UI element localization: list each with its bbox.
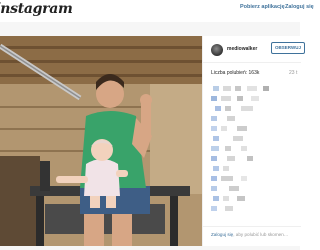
post-photo[interactable] bbox=[0, 36, 202, 246]
comment-line bbox=[211, 164, 297, 174]
comment-line bbox=[211, 134, 297, 144]
login-prompt-link[interactable]: Zaloguj się bbox=[211, 232, 233, 237]
post-side-panel: mediowalker OBSERWUJ Liczba polubień: 16… bbox=[202, 36, 305, 246]
comment-line bbox=[211, 154, 297, 164]
comments-area-pixelated bbox=[211, 84, 297, 234]
login-prompt-text: , aby polubić lub skomen… bbox=[233, 232, 289, 237]
photo-image bbox=[0, 36, 202, 246]
comment-line bbox=[211, 124, 297, 134]
comment-line bbox=[211, 84, 297, 94]
comment-line bbox=[211, 114, 297, 124]
top-bar: Instagram Pobierz aplikację Zaloguj się bbox=[0, 0, 314, 23]
post-username[interactable]: mediowalker bbox=[227, 46, 257, 52]
avatar[interactable] bbox=[211, 44, 223, 56]
comment-line bbox=[211, 204, 297, 214]
divider bbox=[203, 62, 301, 63]
login-link[interactable]: Zaloguj się bbox=[285, 4, 314, 10]
follow-button[interactable]: OBSERWUJ bbox=[271, 42, 305, 54]
comment-line bbox=[211, 184, 297, 194]
comment-line bbox=[211, 174, 297, 184]
login-prompt: Zaloguj się, aby polubić lub skomen… bbox=[211, 232, 288, 237]
comment-line bbox=[211, 94, 297, 104]
comment-line bbox=[211, 104, 297, 114]
post-date: 23 t bbox=[289, 70, 298, 76]
get-app-link[interactable]: Pobierz aplikację bbox=[240, 4, 285, 10]
instagram-logo[interactable]: Instagram bbox=[0, 1, 73, 17]
likes-count[interactable]: Liczba polubień: 163k bbox=[211, 70, 259, 76]
divider bbox=[203, 226, 301, 227]
comment-line bbox=[211, 194, 297, 204]
comment-line bbox=[211, 144, 297, 154]
